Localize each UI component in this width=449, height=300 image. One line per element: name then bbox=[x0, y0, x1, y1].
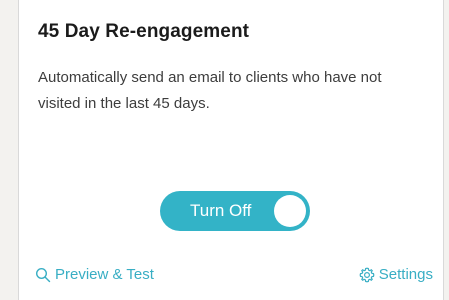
search-icon bbox=[35, 267, 51, 283]
preview-test-link[interactable]: Preview & Test bbox=[35, 266, 154, 283]
automation-card: 45 Day Re-engagement Automatically send … bbox=[18, 0, 444, 300]
settings-label: Settings bbox=[378, 266, 433, 283]
toggle-knob bbox=[274, 195, 306, 227]
preview-test-label: Preview & Test bbox=[55, 266, 154, 283]
card-title: 45 Day Re-engagement bbox=[38, 21, 250, 42]
settings-link[interactable]: Settings bbox=[359, 266, 433, 283]
turn-off-toggle[interactable]: Turn Off bbox=[160, 191, 310, 231]
page: 45 Day Re-engagement Automatically send … bbox=[0, 0, 449, 300]
toggle-label: Turn Off bbox=[190, 201, 252, 220]
gear-icon bbox=[359, 267, 375, 283]
card-description: Automatically send an email to clients w… bbox=[38, 69, 382, 112]
